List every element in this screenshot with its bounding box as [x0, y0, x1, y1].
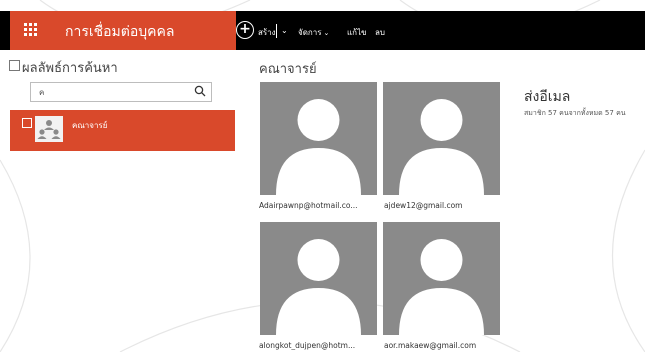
contact-email[interactable]: alongkot_dujpen@hotm... [259, 341, 381, 350]
app-title: การเชื่อมต่อบุคคล [65, 24, 175, 40]
new-plus-icon[interactable]: + [236, 21, 254, 39]
contact-email[interactable]: aor.makaew@gmail.com [384, 341, 506, 350]
new-button[interactable]: สร้าง [258, 26, 276, 39]
delete-label: ลบ [375, 28, 385, 37]
group-icon [35, 116, 63, 142]
app-header: การเชื่อมต่อบุคคล [10, 11, 236, 50]
contact-email[interactable]: Adairpawnp@hotmail.co... [259, 201, 381, 210]
chevron-down-icon: ⌄ [323, 29, 330, 37]
section-title: คณาจารย์ [259, 62, 317, 77]
group-label: คณาจารย์ [72, 121, 108, 130]
new-label: สร้าง [258, 28, 276, 37]
search-input-value: ค [39, 88, 45, 97]
contact-photo-2[interactable] [383, 82, 500, 195]
person-placeholder-icon [276, 99, 361, 195]
group-checkbox[interactable] [22, 118, 32, 128]
delete-button[interactable]: ลบ [375, 26, 385, 39]
contact-photo-1[interactable] [260, 82, 377, 195]
search-icon[interactable] [194, 85, 206, 97]
person-placeholder-icon [399, 99, 484, 195]
manage-label: จัดการ [298, 28, 322, 37]
search-input[interactable]: ค [30, 82, 212, 102]
person-placeholder-icon [276, 239, 361, 335]
app-launcher-icon[interactable] [24, 23, 38, 37]
person-placeholder-icon [399, 239, 484, 335]
contact-email[interactable]: ajdew12@gmail.com [384, 201, 506, 210]
contact-photo-4[interactable] [383, 222, 500, 335]
group-list-item[interactable]: คณาจารย์ [10, 110, 235, 151]
edit-button[interactable]: แก้ไข [347, 26, 367, 39]
select-all-checkbox[interactable] [9, 60, 20, 71]
member-count: สมาชิก 57 คนจากทั้งหมด 57 คน [524, 109, 626, 117]
contact-photo-3[interactable] [260, 222, 377, 335]
manage-button[interactable]: จัดการ ⌄ [298, 26, 329, 39]
top-bar: การเชื่อมต่อบุคคล + สร้าง ⌄ จัดการ ⌄ แก้ไ… [0, 11, 645, 50]
edit-label: แก้ไข [347, 28, 367, 37]
toolbar-divider [276, 24, 277, 38]
send-email-link[interactable]: ส่งอีเมล [524, 86, 570, 108]
new-dropdown-chevron-icon[interactable]: ⌄ [281, 26, 288, 35]
search-results-header: ผลลัพธ์การค้นหา [22, 61, 118, 76]
